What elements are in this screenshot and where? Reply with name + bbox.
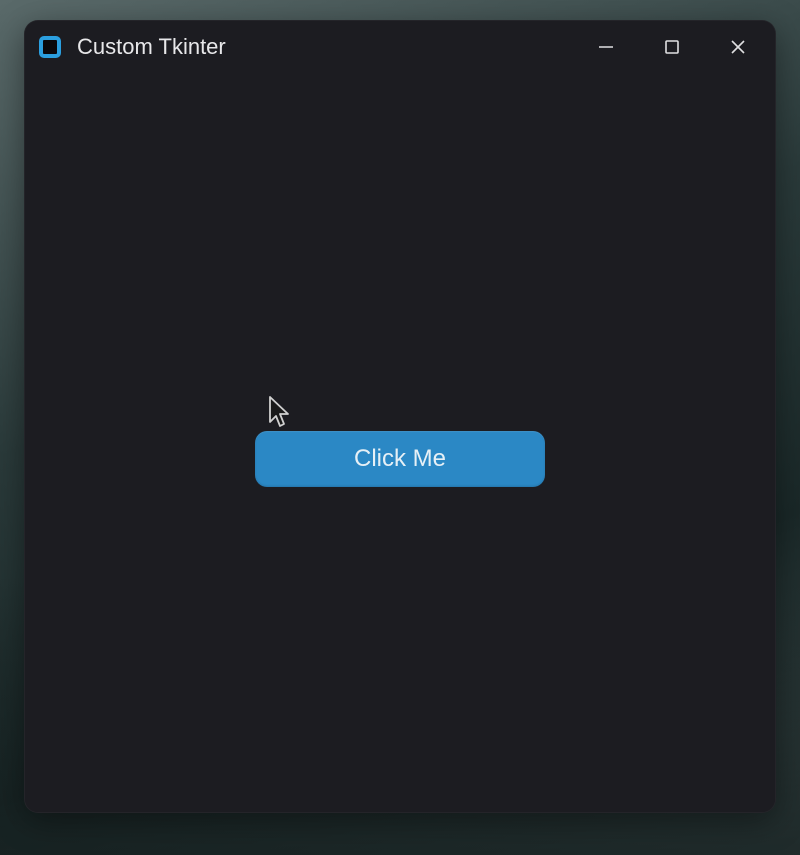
window-controls — [573, 21, 771, 73]
titlebar[interactable]: Custom Tkinter — [25, 21, 775, 73]
cursor-icon — [267, 395, 295, 436]
close-button[interactable] — [705, 21, 771, 73]
window-title: Custom Tkinter — [77, 34, 573, 60]
minimize-icon — [597, 38, 615, 56]
app-icon — [37, 34, 63, 60]
maximize-button[interactable] — [639, 21, 705, 73]
application-window: Custom Tkinter Click Me — [24, 20, 776, 813]
app-body: Click Me — [25, 73, 775, 812]
maximize-icon — [663, 38, 681, 56]
minimize-button[interactable] — [573, 21, 639, 73]
close-icon — [729, 38, 747, 56]
click-me-button[interactable]: Click Me — [255, 431, 545, 487]
